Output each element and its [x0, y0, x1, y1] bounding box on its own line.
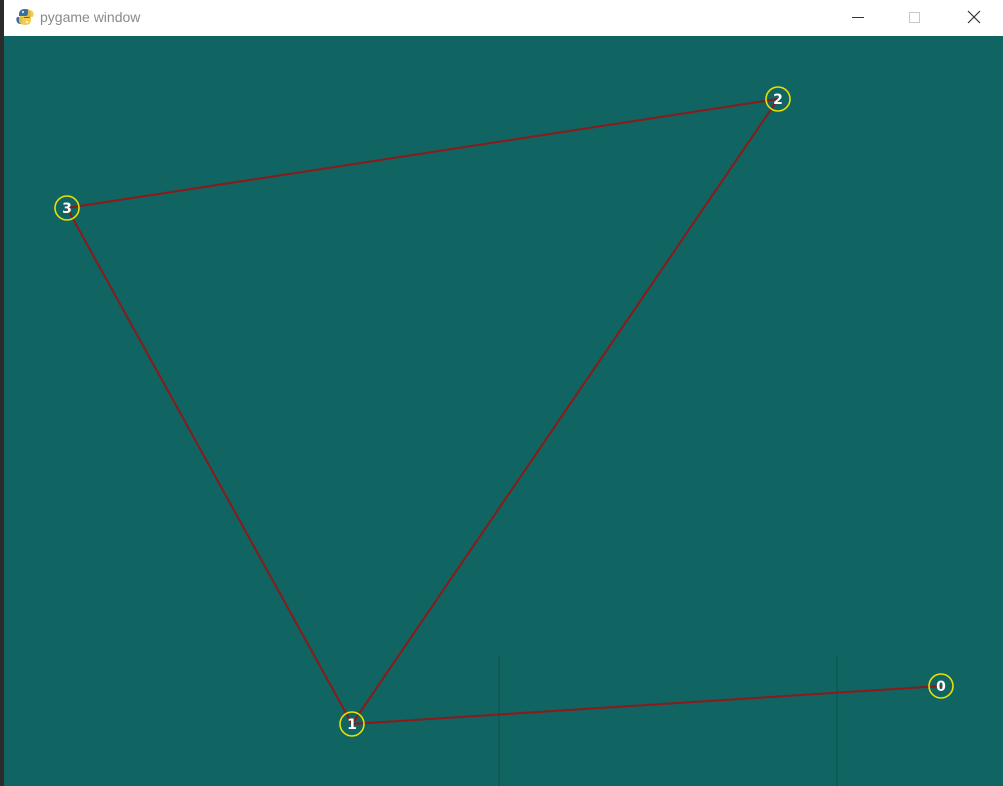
node-label: 0 [936, 679, 946, 695]
maximize-button[interactable] [886, 0, 942, 36]
node-label: 1 [347, 717, 357, 733]
minimize-button[interactable] [829, 0, 885, 36]
edge-layer [66, 98, 942, 725]
window-title: pygame window [40, 9, 141, 25]
maximize-icon [909, 12, 920, 23]
pygame-snake-icon [15, 7, 35, 27]
edge-0-1 [351, 685, 942, 725]
edge-2-3 [66, 98, 779, 209]
node-layer: 0 1 2 3 [54, 86, 954, 737]
game-canvas[interactable]: 0 1 2 3 [4, 36, 1003, 786]
edge-1-2 [351, 98, 779, 725]
close-icon [967, 10, 981, 24]
close-button[interactable] [945, 0, 1001, 36]
node-2[interactable]: 2 [765, 86, 791, 112]
pygame-window: pygame window 0 1 2 3 [4, 0, 1003, 786]
node-3[interactable]: 3 [54, 195, 80, 221]
graph-drawing: 0 1 2 3 [54, 86, 954, 786]
title-bar[interactable]: pygame window [4, 0, 1003, 36]
node-label: 2 [773, 92, 783, 108]
minimize-icon [852, 17, 864, 18]
node-label: 3 [62, 201, 72, 217]
edge-3-1 [66, 207, 353, 725]
